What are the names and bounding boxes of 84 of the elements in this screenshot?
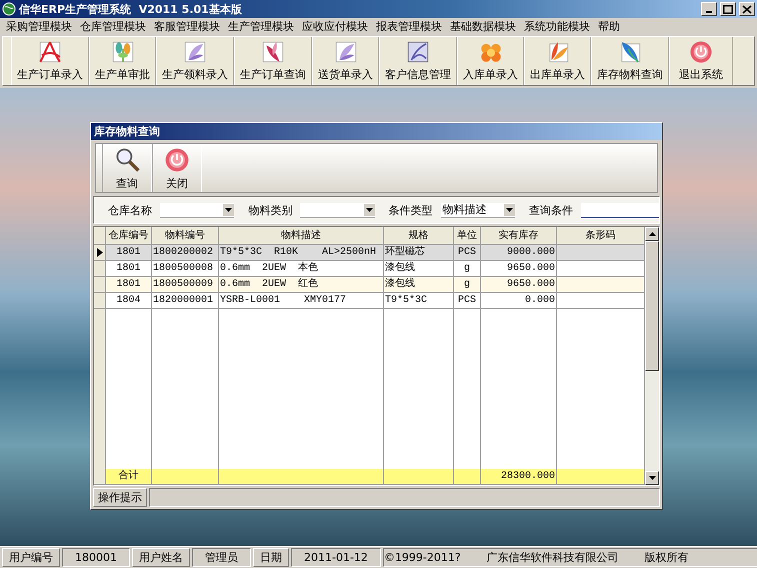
toolbar-button[interactable]: 客户信息管理	[379, 37, 457, 85]
toolbar-button[interactable]: 生产订单查询	[234, 37, 312, 85]
caret-icon	[506, 208, 513, 212]
toolbar-button[interactable]: 库存物料查询	[591, 37, 669, 85]
input-field[interactable]	[580, 202, 659, 218]
field-label: 物料类别	[248, 202, 292, 218]
table-cell: T9*5*3C R10K AL>2500nH	[219, 245, 384, 261]
field-label: 条件类型	[388, 202, 433, 218]
status-value: 180001	[62, 548, 130, 567]
status-label: 日期	[253, 548, 289, 567]
scroll-down-icon	[648, 476, 656, 480]
menu-item[interactable]: 基础数据模块	[446, 19, 520, 34]
minimize-button[interactable]	[701, 2, 717, 16]
window-title: 信华ERP生产管理系统 V2011 5.01基本版	[19, 2, 243, 16]
total-label: 合计	[106, 469, 152, 485]
toolbar-button[interactable]: 退出系统	[669, 37, 733, 85]
table-cell: 1820000001	[152, 293, 219, 309]
scroll-up-icon	[648, 232, 656, 236]
status-label: 用户编号	[2, 548, 60, 567]
table-cell: PCS	[454, 245, 481, 261]
power-icon	[163, 146, 191, 174]
status-text: ©1999-2011?	[384, 550, 461, 566]
table-cell: 9000.000	[481, 245, 557, 261]
status-value: 管理员	[192, 548, 251, 567]
row-pointer-icon	[96, 248, 102, 257]
table-cell: 0.000	[481, 293, 557, 309]
column-header[interactable]: 条形码	[557, 227, 645, 245]
table-cell: 1804	[106, 293, 152, 309]
menu-item[interactable]: 采购管理模块	[2, 19, 76, 34]
table-cell: 1801	[106, 277, 152, 293]
table-cell: YSRB-L0001 XMY0177	[219, 293, 384, 309]
toolbar-button[interactable]: 入库单录入	[457, 37, 524, 85]
table-cell: 0.6mm 2UEW 红色	[219, 277, 384, 293]
column-header[interactable]: 单位	[454, 227, 481, 245]
close-icon	[743, 6, 751, 12]
column-header[interactable]: 规格	[384, 227, 454, 245]
table-cell: 1801	[106, 245, 152, 261]
maximize-icon	[723, 4, 733, 14]
row-header	[94, 277, 106, 293]
status-text: 广东信华软件科技有限公司	[486, 550, 619, 566]
status-text: 版权所有	[644, 550, 689, 566]
menu-item[interactable]: 仓库管理模块	[76, 19, 150, 34]
table-cell: PCS	[454, 293, 481, 309]
toolbar-button[interactable]: 生产订单录入	[11, 37, 89, 85]
menu-item[interactable]: 帮助	[594, 19, 624, 34]
column-header[interactable]: 物料描述	[219, 227, 384, 245]
status-label: 用户姓名	[132, 548, 190, 567]
table-cell: 环型磁芯	[384, 245, 454, 261]
field-label: 仓库名称	[108, 202, 152, 218]
toolbar-button[interactable]: 生产领料录入	[156, 37, 234, 85]
toolbar-button[interactable]: 生产单审批	[89, 37, 156, 85]
toolbar-button[interactable]: 出库单录入	[524, 37, 591, 85]
table-cell: T9*5*3C	[384, 293, 454, 309]
column-header[interactable]: 物料编号	[152, 227, 219, 245]
column-header[interactable]: 实有库存	[481, 227, 557, 245]
caret-icon	[225, 208, 232, 212]
caret-icon	[366, 208, 373, 212]
column-header[interactable]: 仓库编号	[106, 227, 152, 245]
scrollbar[interactable]	[645, 227, 659, 485]
menu-item[interactable]: 报表管理模块	[372, 19, 446, 34]
table-cell: 1800200002	[152, 245, 219, 261]
dropdown-field[interactable]: 物料描述	[440, 202, 515, 218]
field-label: 查询条件	[528, 202, 573, 218]
window-title: 库存物料查询	[91, 123, 662, 140]
toolbar-button[interactable]: 关闭	[152, 144, 202, 192]
table-cell: 9650.000	[481, 277, 557, 293]
menu-item[interactable]: 应收应付模块	[298, 19, 372, 34]
minimize-icon	[706, 11, 712, 13]
menu-item[interactable]: 客服管理模块	[150, 19, 224, 34]
globe-icon	[2, 2, 16, 16]
menu-item[interactable]: 生产管理模块	[224, 19, 298, 34]
status-value: 2011-01-12	[291, 548, 381, 567]
total-value: 28300.000	[481, 469, 557, 485]
toolbar-button[interactable]: 查询	[102, 144, 152, 192]
close-button[interactable]	[739, 2, 755, 16]
maximize-button[interactable]	[720, 2, 736, 16]
dropdown-field[interactable]	[300, 202, 375, 218]
table-cell: 1800500009	[152, 277, 219, 293]
dropdown-field[interactable]	[160, 202, 234, 218]
table-cell: 漆包线	[384, 277, 454, 293]
menu-item[interactable]: 系统功能模块	[520, 19, 594, 34]
table-cell: g	[454, 277, 481, 293]
hint-label: 操作提示	[93, 488, 147, 507]
toolbar-button[interactable]: 送货单录入	[312, 37, 379, 85]
